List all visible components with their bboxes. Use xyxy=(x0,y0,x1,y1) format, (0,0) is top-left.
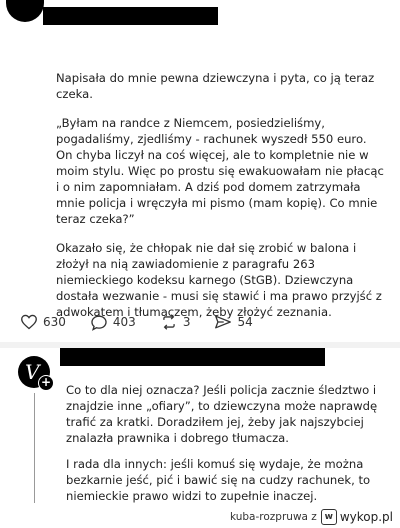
reply-body: Co to dla niej oznacza? Jeśli policja za… xyxy=(66,382,391,514)
like-count: 630 xyxy=(43,315,66,329)
watermark-user: kuba-rozpruwa z xyxy=(229,511,317,523)
reply-paragraph: Co to dla niej oznacza? Jeśli policja za… xyxy=(66,383,378,445)
post-actions: 630 403 3 54 xyxy=(20,312,277,332)
share-button[interactable]: 54 xyxy=(214,314,253,330)
post-body: Napisała do mnie pewna dziewczyna i pyta… xyxy=(56,70,386,333)
comment-icon xyxy=(91,315,107,331)
comment-count: 403 xyxy=(112,315,136,329)
redacted-username xyxy=(60,348,325,366)
repost-button[interactable]: 3 xyxy=(160,314,191,330)
reply-card: V + Co to dla niej oznacza? Jeśli policj… xyxy=(0,348,400,528)
post-paragraph: Napisała do mnie pewna dziewczyna i pyta… xyxy=(56,71,375,101)
thread-line xyxy=(34,393,35,503)
heart-icon xyxy=(21,314,37,330)
post-card: Napisała do mnie pewna dziewczyna i pyta… xyxy=(0,0,400,342)
comment-button[interactable]: 403 xyxy=(90,314,136,331)
like-button[interactable]: 630 xyxy=(20,314,66,330)
avatar[interactable] xyxy=(6,0,44,22)
repost-icon xyxy=(163,314,175,330)
redacted-username xyxy=(43,7,218,25)
watermark: kuba-rozpruwa z w wykop.pl xyxy=(226,508,396,526)
repost-count: 3 xyxy=(182,315,191,329)
wykop-logo-icon: w xyxy=(320,509,337,525)
share-count: 54 xyxy=(237,315,253,329)
watermark-site: wykop.pl xyxy=(339,510,393,524)
post-paragraph: „Byłam na randce z Niemcem, posiedzieliś… xyxy=(56,116,384,226)
follow-plus-icon[interactable]: + xyxy=(38,375,54,391)
post-paragraph: Okazało się, że chłopak nie dał się zrob… xyxy=(56,241,382,319)
send-icon xyxy=(215,315,232,329)
reply-paragraph: I rada dla innych: jeśli komuś się wydaj… xyxy=(66,457,371,503)
